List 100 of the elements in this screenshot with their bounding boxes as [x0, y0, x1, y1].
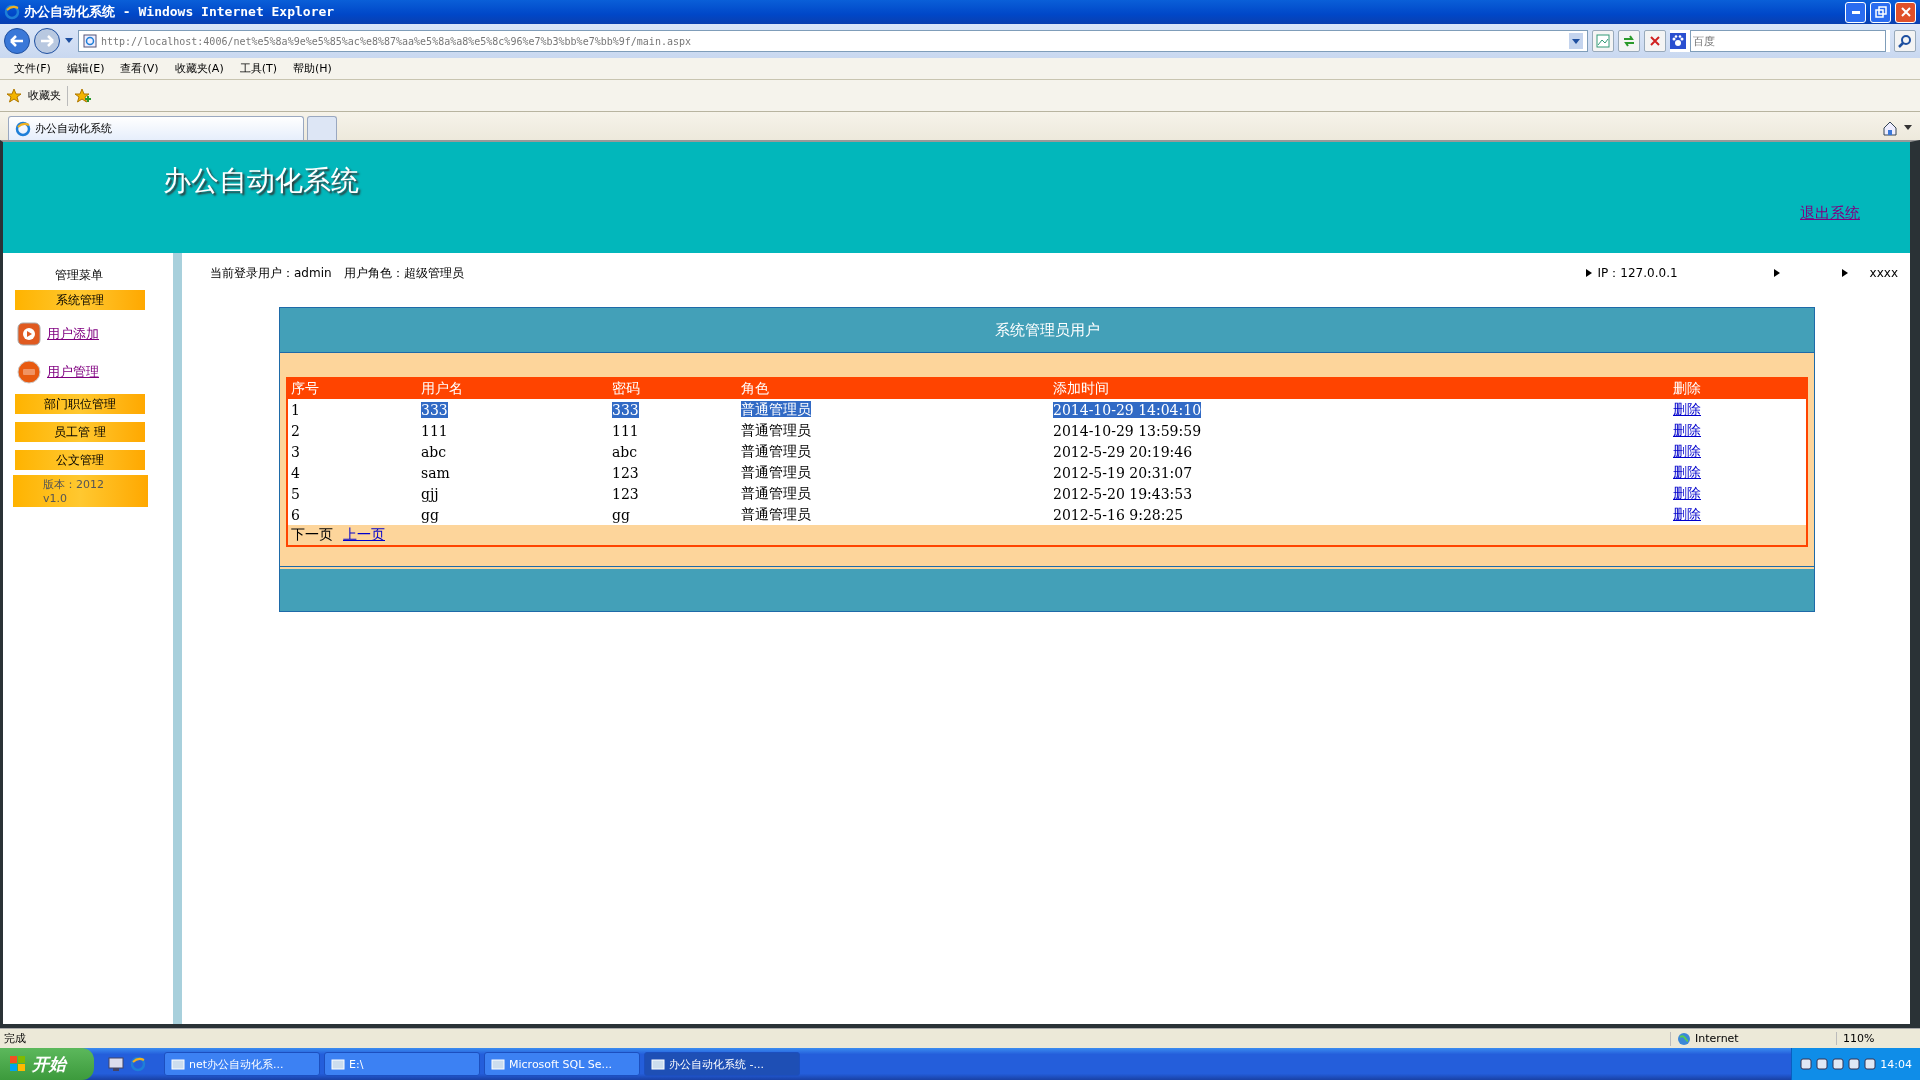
back-arrow-icon	[10, 35, 24, 47]
table-cell: 2012-5-16 9:28:25	[1053, 506, 1184, 523]
menu-link[interactable]: 用户添加	[47, 325, 99, 343]
globe-icon	[1677, 1031, 1691, 1046]
table-cell: gg	[612, 506, 630, 523]
app-icon	[171, 1057, 185, 1071]
version-text: 版本：2012	[43, 477, 105, 492]
menu-item[interactable]: 工具(T)	[231, 61, 285, 76]
app-icon	[491, 1057, 505, 1071]
table-cell: 2014-10-29 14:04:10	[1053, 401, 1202, 418]
logout-link[interactable]: 退出系统	[1800, 204, 1860, 223]
dropdown-caret-icon[interactable]	[1904, 125, 1912, 131]
home-icon[interactable]	[1882, 120, 1898, 136]
delete-link[interactable]: 删除	[1673, 505, 1701, 522]
delete-link[interactable]: 删除	[1673, 484, 1701, 501]
table-cell: 3	[291, 443, 300, 460]
delete-link[interactable]: 删除	[1673, 463, 1701, 480]
play-icon	[17, 322, 41, 346]
refresh-icon	[1622, 34, 1636, 48]
clock: 14:04	[1880, 1057, 1912, 1071]
pager-link[interactable]: 上一页	[343, 526, 385, 542]
menu-section[interactable]: 部门职位管理	[15, 394, 145, 414]
table-cell: 4	[291, 464, 300, 481]
forward-arrow-icon	[40, 35, 54, 47]
taskbar-button[interactable]: Microsoft SQL Se...	[484, 1052, 640, 1076]
table-cell: abc	[421, 443, 447, 460]
ip-address: IP：127.0.0.1	[1597, 264, 1678, 282]
stop-button[interactable]	[1644, 30, 1666, 52]
menu-item[interactable]: 帮助(H)	[285, 61, 340, 76]
menu-item[interactable]: 编辑(E)	[58, 61, 113, 76]
browser-tab[interactable]: 办公自动化系统	[8, 116, 304, 140]
panel-title: 系统管理员用户	[280, 308, 1814, 353]
window-title: 办公自动化系统 - Windows Internet Explorer	[24, 3, 335, 21]
delete-link[interactable]: 删除	[1673, 400, 1701, 417]
table-cell: 2	[291, 422, 300, 439]
tray-icon	[1816, 1058, 1829, 1070]
table-cell: 123	[612, 464, 639, 481]
close-icon	[1899, 6, 1912, 18]
restore-button[interactable]	[1870, 1, 1891, 23]
dropdown-caret-icon[interactable]	[64, 37, 74, 45]
table-cell: 普通管理员	[741, 484, 811, 501]
search-field[interactable]: 百度	[1690, 30, 1886, 52]
table-cell: 普通管理员	[741, 442, 811, 459]
column-header: 删除	[1670, 378, 1807, 399]
table-cell: 2012-5-19 20:31:07	[1053, 464, 1193, 481]
security-zone: Internet	[1695, 1032, 1739, 1045]
app-icon	[331, 1057, 345, 1071]
page-icon	[83, 34, 97, 48]
menu-item[interactable]: 查看(V)	[112, 61, 167, 76]
tray-icon	[1848, 1058, 1861, 1070]
dropdown-caret-icon[interactable]	[1569, 33, 1583, 49]
table-cell: gg	[421, 506, 439, 523]
menu-link[interactable]: 用户管理	[47, 363, 99, 381]
pager-text: 下一页	[291, 526, 333, 542]
delete-link[interactable]: 删除	[1673, 442, 1701, 459]
taskbar-button[interactable]: net办公自动化系...	[164, 1052, 320, 1076]
minimize-icon	[1851, 10, 1860, 14]
search-icon	[1898, 34, 1912, 48]
table-cell: 普通管理员	[741, 400, 811, 417]
table-cell: 普通管理员	[741, 505, 811, 522]
star-icon[interactable]	[6, 87, 22, 104]
address-field[interactable]: http://localhost:4006/net%e5%8a%9e%e5%85%ac%e8%87%aa%e5%8a%a8%e5%8c%96%e7%b3%bb%e7%bb%9f/main.aspx	[78, 30, 1588, 52]
menu-section[interactable]: 公文管理	[15, 450, 145, 470]
circle-badge-icon	[17, 360, 41, 384]
table-cell: 333	[612, 401, 639, 418]
back-button[interactable]	[4, 28, 30, 54]
favorites-button[interactable]: 收藏夹	[28, 88, 61, 103]
column-header: 添加时间	[1050, 378, 1670, 399]
taskbar-button[interactable]: 办公自动化系统 -...	[644, 1052, 800, 1076]
delete-link[interactable]: 删除	[1673, 421, 1701, 438]
table-cell: 2012-5-29 20:19:46	[1053, 443, 1193, 460]
close-button[interactable]	[1895, 1, 1916, 23]
browser-icon	[15, 120, 31, 137]
minimize-button[interactable]	[1845, 1, 1866, 23]
search-button[interactable]	[1894, 30, 1916, 52]
url-text: http://localhost:4006/net%e5%8a%9e%e5%85%ac%e8%87%aa%e5%8a%a8%e5%8c%96%e7%b3%bb%e7%bb%9f/main.aspx	[101, 35, 691, 47]
table-cell: 1	[291, 401, 300, 418]
triangle-icon	[1841, 269, 1848, 277]
column-header: 序号	[287, 378, 418, 399]
menu-section[interactable]: 员工管 理	[15, 422, 145, 442]
add-favorite-icon[interactable]	[74, 87, 92, 104]
desktop-icon[interactable]	[108, 1056, 124, 1072]
login-info: 当前登录用户：admin 用户角色：超级管理员	[210, 264, 464, 282]
zoom-level[interactable]: 110%	[1843, 1032, 1875, 1045]
page-image-icon	[1596, 34, 1610, 48]
table-cell: gjj	[421, 485, 439, 502]
table-cell: 111	[612, 422, 639, 439]
taskbar-button[interactable]: E:\	[324, 1052, 480, 1076]
refresh-button[interactable]	[1618, 30, 1640, 52]
tray-icon	[1800, 1058, 1813, 1070]
table-cell: 5	[291, 485, 300, 502]
browser-icon[interactable]	[130, 1056, 146, 1072]
table-cell: 2014-10-29 13:59:59	[1053, 422, 1202, 439]
table-cell: abc	[612, 443, 638, 460]
menu-item[interactable]: 收藏夹(A)	[166, 61, 232, 76]
table-cell: 111	[421, 422, 448, 439]
tray-icon	[1832, 1058, 1845, 1070]
menu-item[interactable]: 文件(F)	[6, 61, 59, 76]
forward-button[interactable]	[34, 28, 60, 54]
menu-section[interactable]: 系统管理	[15, 290, 145, 310]
